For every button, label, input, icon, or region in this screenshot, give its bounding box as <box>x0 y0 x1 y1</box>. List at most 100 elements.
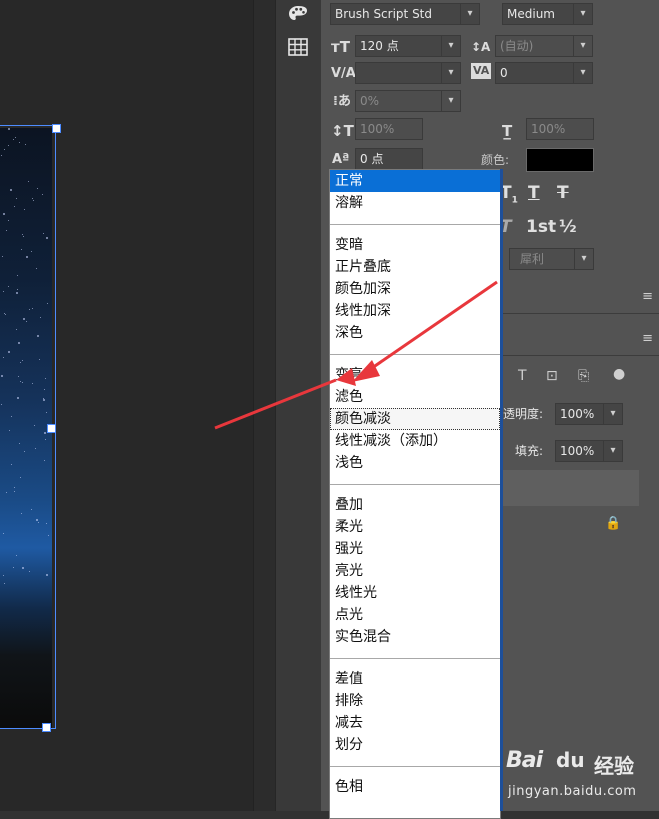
shape-layer-filter-icon[interactable]: ⊡ <box>546 368 558 384</box>
color-label: 颜色: <box>481 153 510 167</box>
blend-mode-item[interactable]: 深色 <box>330 322 500 344</box>
tracking-field[interactable]: 0 ▾ <box>495 62 593 84</box>
blend-mode-dropdown[interactable]: 正常 溶解变暗 正片叠底 颜色加深 线性加深 深色变亮 滤色 颜色减淡 线性减淡（添加） 浅色叠加… <box>329 169 501 819</box>
vertical-scale-value: 100% <box>360 122 395 136</box>
font-family-select[interactable]: Brush Script Std ▾ <box>330 3 480 25</box>
antialias-select[interactable]: 犀利 ▾ <box>509 248 594 270</box>
underline-button[interactable]: T <box>528 182 540 204</box>
kerning-icon: V/A <box>331 66 356 81</box>
blend-mode-item[interactable]: 叠加 <box>330 494 500 516</box>
watermark-url: jingyan.baidu.com <box>508 784 637 799</box>
blend-mode-item[interactable]: 点光 <box>330 604 500 626</box>
blend-mode-item[interactable]: 浅色 <box>330 452 500 474</box>
transform-handle-middle-right[interactable] <box>47 424 56 433</box>
baidu-watermark: Bai du 经验 jingyan.baidu.com <box>506 748 656 808</box>
blend-mode-item[interactable]: 柔光 <box>330 516 500 538</box>
blend-mode-item[interactable]: 变亮 <box>330 364 500 386</box>
document-canvas[interactable] <box>0 0 253 811</box>
chevron-down-icon[interactable]: ▾ <box>573 36 592 56</box>
opacity-field[interactable]: 100% ▾ <box>555 403 623 425</box>
blend-mode-item[interactable]: 划分 <box>330 734 500 756</box>
font-size-value: 120 点 <box>360 39 399 53</box>
opacity-value: 100% <box>560 407 595 421</box>
lock-icon[interactable]: 🔒 <box>605 516 621 531</box>
chevron-down-icon[interactable]: ▾ <box>573 63 592 83</box>
panel-icon-strip <box>275 0 322 811</box>
horizontal-scale-field[interactable]: 100% <box>526 118 594 140</box>
blend-mode-item[interactable]: 差值 <box>330 668 500 690</box>
tracking-icon: VA <box>471 63 492 79</box>
font-size-icon: ᴛT <box>331 38 350 56</box>
smart-object-filter-icon[interactable]: ⎘ <box>578 368 589 384</box>
chevron-down-icon[interactable]: ▾ <box>441 91 460 111</box>
blend-mode-item[interactable]: 正常 <box>330 170 500 192</box>
blend-mode-item[interactable]: 线性减淡（添加） <box>330 430 500 452</box>
panel-menu-icon[interactable]: ≡ <box>642 290 653 303</box>
ordinals-button[interactable]: 1st <box>526 216 556 238</box>
chevron-down-icon[interactable]: ▾ <box>441 36 460 56</box>
blend-mode-item[interactable]: 排除 <box>330 690 500 712</box>
transform-handle-top-right[interactable] <box>52 124 61 133</box>
watermark-text: 经验 <box>594 754 634 778</box>
menu-separator <box>330 484 500 485</box>
font-style-select[interactable]: Medium ▾ <box>502 3 593 25</box>
horizontal-scale-icon: T̲ <box>502 122 513 140</box>
chevron-down-icon[interactable]: ▾ <box>574 249 593 269</box>
type-layer-filter-icon[interactable]: T <box>518 368 527 384</box>
blend-mode-item[interactable]: 线性光 <box>330 582 500 604</box>
filter-toggle-icon[interactable]: ● <box>613 366 625 382</box>
blend-mode-item[interactable]: 线性加深 <box>330 300 500 322</box>
font-size-field[interactable]: 120 点 ▾ <box>355 35 461 57</box>
horizontal-scale-value: 100% <box>531 122 566 136</box>
fill-value: 100% <box>560 444 595 458</box>
blend-mode-item[interactable]: 颜色加深 <box>330 278 500 300</box>
blend-mode-item[interactable]: 溶解 <box>330 192 500 214</box>
chevron-down-icon[interactable]: ▾ <box>603 441 622 461</box>
transform-handle-bottom-right[interactable] <box>42 723 51 732</box>
paw-icon: du <box>556 744 585 774</box>
tsume-value: 0% <box>360 94 380 108</box>
baseline-shift-field[interactable]: 0 点 <box>355 148 423 170</box>
chevron-down-icon[interactable]: ▾ <box>441 63 460 83</box>
tsume-field[interactable]: 0% ▾ <box>355 90 461 112</box>
menu-separator <box>330 224 500 225</box>
vertical-scale-field[interactable]: 100% <box>355 118 423 140</box>
tracking-value: 0 <box>500 66 508 80</box>
blend-mode-item[interactable]: 颜色减淡 <box>330 408 500 430</box>
blend-mode-item[interactable]: 强光 <box>330 538 500 560</box>
font-family-value: Brush Script Std <box>335 7 433 21</box>
panel-divider <box>253 0 276 811</box>
panel-menu-icon[interactable]: ≡ <box>642 332 653 345</box>
blend-mode-item[interactable]: 亮光 <box>330 560 500 582</box>
blend-mode-item[interactable]: 减去 <box>330 712 500 734</box>
selected-layer-row[interactable] <box>496 470 639 506</box>
leading-field[interactable]: (自动) ▾ <box>495 35 593 57</box>
kerning-field[interactable]: ▾ <box>355 62 461 84</box>
collapsed-panel-header[interactable]: ≡ <box>496 280 659 314</box>
chevron-down-icon[interactable]: ▾ <box>573 4 592 24</box>
blend-mode-item[interactable]: 色相 <box>330 776 500 798</box>
menu-separator <box>330 354 500 355</box>
antialias-value: 犀利 <box>520 252 545 266</box>
blend-mode-item[interactable]: 变暗 <box>330 234 500 256</box>
menu-separator <box>330 766 500 767</box>
text-color-swatch[interactable] <box>526 148 594 172</box>
watermark-logo: Bai <box>506 748 543 773</box>
leading-value: (自动) <box>500 39 534 53</box>
chevron-down-icon[interactable]: ▾ <box>603 404 622 424</box>
blend-mode-item[interactable]: 滤色 <box>330 386 500 408</box>
opacity-label: 透明度: <box>503 407 544 421</box>
table-grid-icon[interactable] <box>287 38 309 60</box>
layers-panel-header[interactable]: ≡ <box>496 322 659 356</box>
font-style-value: Medium <box>507 7 555 21</box>
blend-mode-item[interactable]: 正片叠底 <box>330 256 500 278</box>
leading-icon: ↕A <box>471 40 491 54</box>
fractions-button[interactable]: ½ <box>559 216 577 238</box>
chevron-down-icon[interactable]: ▾ <box>460 4 479 24</box>
fill-field[interactable]: 100% ▾ <box>555 440 623 462</box>
dropdown-edge <box>500 169 503 811</box>
watermark-paw-text: du <box>556 748 585 772</box>
blend-mode-item[interactable]: 实色混合 <box>330 626 500 648</box>
palette-icon[interactable] <box>287 4 309 26</box>
strikethrough-button[interactable]: T <box>557 182 569 204</box>
